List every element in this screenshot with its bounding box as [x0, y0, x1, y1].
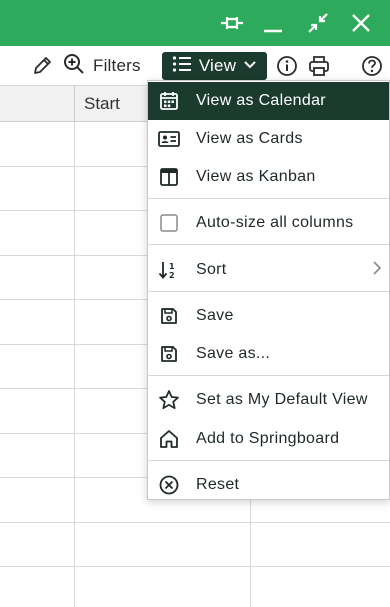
star-icon [158, 389, 180, 411]
edit-icon[interactable] [30, 52, 54, 80]
window-titlebar [0, 0, 390, 46]
pin-icon[interactable] [217, 8, 247, 38]
menu-label: Reset [196, 476, 240, 493]
menu-separator [148, 375, 389, 376]
menu-item-add-to-springboard[interactable]: Add to Springboard [148, 420, 389, 458]
collapse-icon[interactable] [303, 8, 333, 38]
id-card-icon [158, 128, 180, 150]
reset-icon [158, 474, 180, 496]
chevron-right-icon [371, 260, 383, 281]
menu-item-view-as-kanban[interactable]: View as Kanban [148, 158, 389, 196]
menu-label: Sort [196, 261, 227, 278]
menu-separator [148, 460, 389, 461]
menu-item-save[interactable]: Save [148, 297, 389, 335]
menu-separator [148, 291, 389, 292]
column-header-start[interactable]: Start [84, 86, 120, 122]
menu-label: View as Cards [196, 130, 303, 147]
column-divider[interactable] [74, 86, 75, 122]
menu-label: Add to Springboard [196, 430, 340, 447]
print-icon[interactable] [307, 52, 331, 80]
checkbox-icon[interactable] [158, 212, 180, 234]
help-icon[interactable] [360, 52, 384, 80]
home-icon [158, 428, 180, 450]
menu-separator [148, 244, 389, 245]
menu-item-view-as-calendar[interactable]: View as Calendar [148, 82, 389, 120]
minimize-icon[interactable] [258, 8, 288, 38]
svg-text:2: 2 [169, 271, 175, 280]
zoom-search-icon [63, 53, 85, 80]
menu-label: Set as My Default View [196, 391, 368, 408]
close-icon[interactable] [346, 8, 376, 38]
info-icon[interactable] [275, 52, 299, 80]
menu-item-sort[interactable]: 12 Sort [148, 251, 389, 289]
filters-button[interactable]: Filters [63, 52, 141, 80]
svg-text:1: 1 [169, 262, 175, 271]
menu-item-reset[interactable]: Reset [148, 466, 389, 504]
calendar-icon [158, 90, 180, 112]
menu-item-auto-size-columns[interactable]: Auto-size all columns [148, 204, 389, 242]
menu-item-view-as-cards[interactable]: View as Cards [148, 120, 389, 158]
menu-item-set-default-view[interactable]: Set as My Default View [148, 381, 389, 419]
menu-item-save-as[interactable]: Save as... [148, 335, 389, 373]
list-icon [172, 55, 192, 78]
menu-label: Auto-size all columns [196, 214, 354, 231]
table-row[interactable] [0, 567, 390, 607]
menu-label: Save as... [196, 345, 271, 362]
table-row[interactable] [0, 523, 390, 567]
chevron-down-icon [243, 57, 257, 75]
menu-separator [148, 198, 389, 199]
view-menu: View as Calendar View as Cards View as K… [147, 80, 390, 500]
filters-label: Filters [93, 56, 141, 75]
save-icon [158, 305, 180, 327]
menu-label: Save [196, 307, 234, 324]
menu-label: View as Kanban [196, 168, 316, 185]
menu-label: View as Calendar [196, 92, 326, 109]
kanban-icon [158, 166, 180, 188]
view-label: View [198, 56, 237, 75]
sort-icon: 12 [158, 259, 180, 281]
view-button[interactable]: View [162, 52, 267, 80]
save-as-icon [158, 343, 180, 365]
